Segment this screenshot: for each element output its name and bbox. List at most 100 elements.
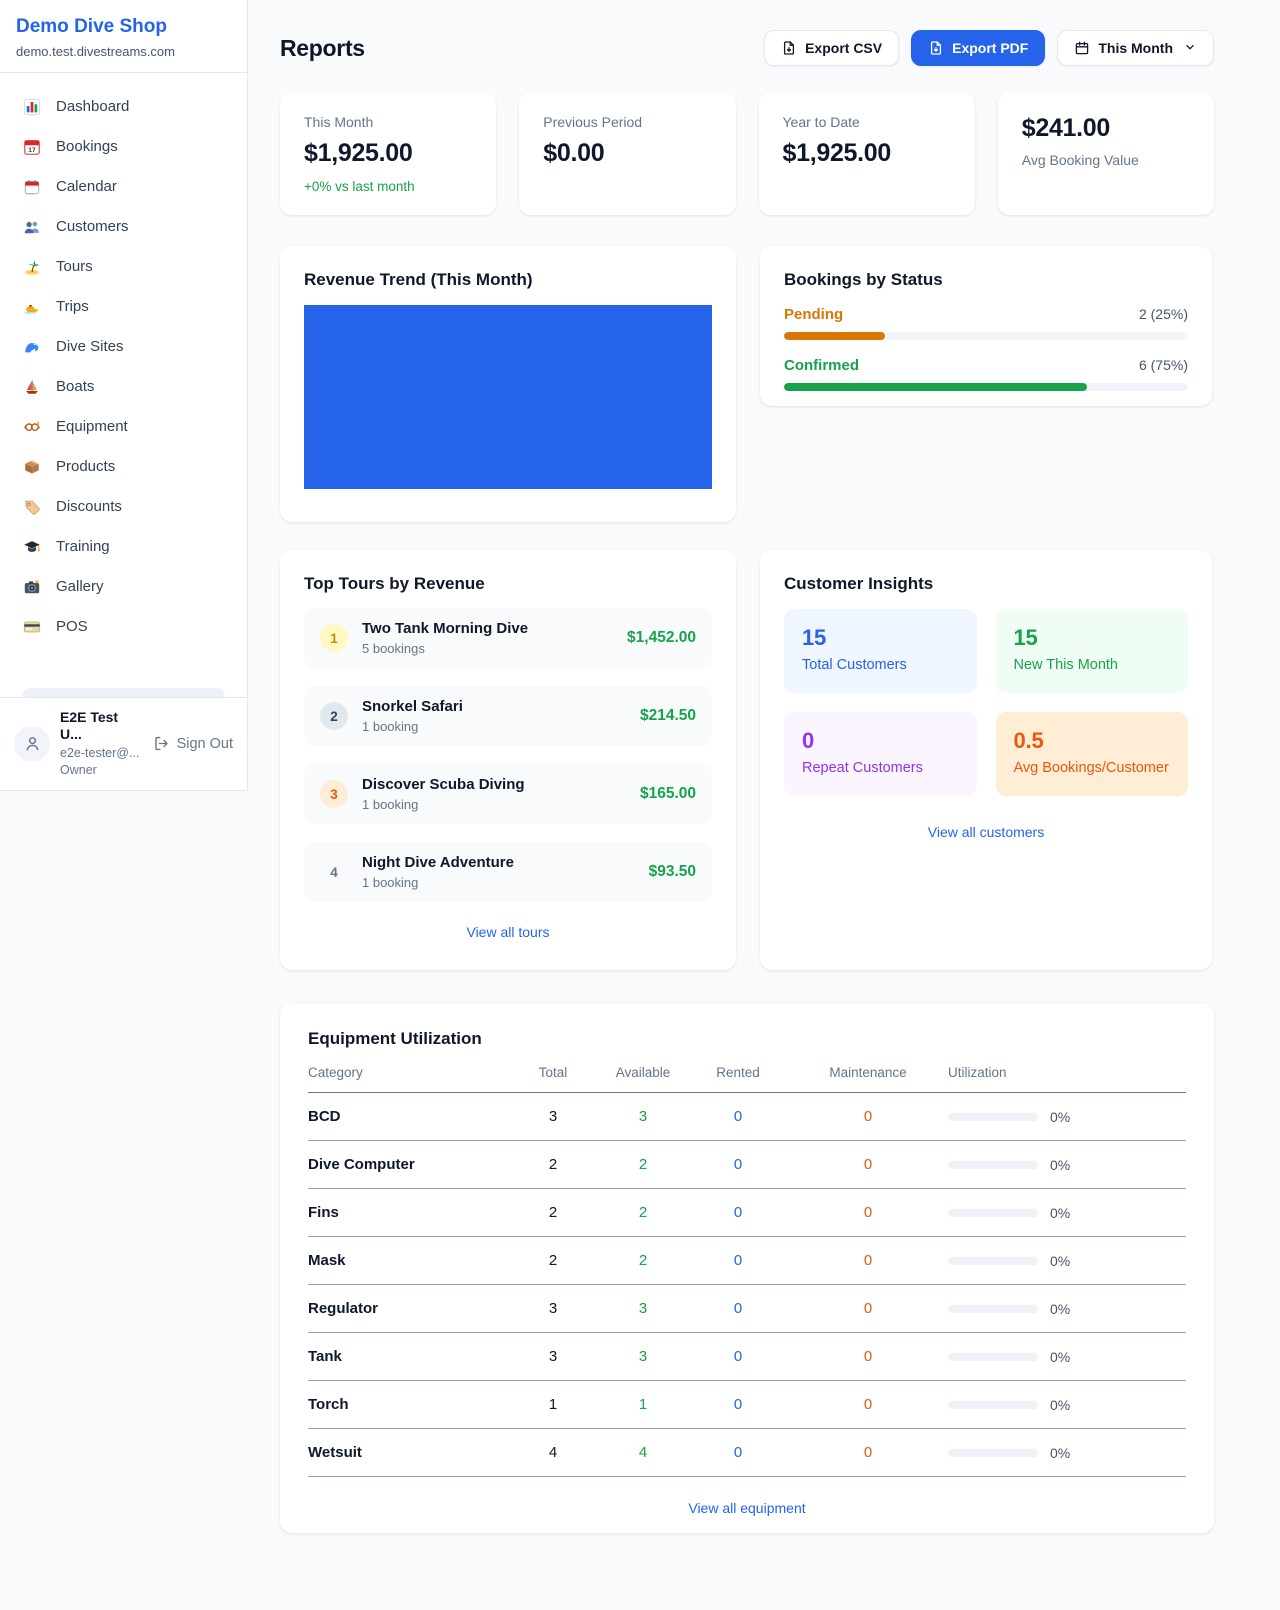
dive-mask-icon [22, 417, 42, 437]
cell-total: 2 [508, 1204, 598, 1221]
sidebar-item-training[interactable]: Training [12, 527, 235, 567]
cell-available: 2 [598, 1204, 688, 1221]
equipment-utilization-title: Equipment Utilization [308, 1029, 1186, 1049]
bookings-calendar-icon: 17 [22, 137, 42, 157]
utilization-bar [948, 1353, 1038, 1361]
utilization-pct: 0% [1050, 1157, 1070, 1173]
view-all-tours-link[interactable]: View all tours [304, 924, 712, 940]
sidebar-item-label: Bookings [56, 138, 118, 155]
page-header: Reports Export CSV Export PDF This Month [280, 30, 1214, 66]
column-header-total: Total [508, 1065, 598, 1080]
insight-value: 0.5 [1014, 728, 1171, 754]
stat-card-previous-period: Previous Period$0.00 [519, 92, 735, 215]
cell-available: 3 [598, 1300, 688, 1317]
tour-row-night-dive-adventure: 4 Night Dive Adventure 1 booking $93.50 [304, 842, 712, 902]
sidebar-item-tours[interactable]: Tours [12, 247, 235, 287]
sidebar-item-label: Products [56, 458, 115, 475]
stat-card-this-month: This Month$1,925.00+0% vs last month [280, 92, 496, 215]
stat-card-year-to-date: Year to Date$1,925.00 [759, 92, 975, 215]
sidebar-item-dive-sites[interactable]: Dive Sites [12, 327, 235, 367]
utilization-pct: 0% [1050, 1349, 1070, 1365]
stat-label: Avg Booking Value [1022, 152, 1190, 168]
utilization-pct: 0% [1050, 1109, 1070, 1125]
sidebar-item-bookings[interactable]: 17 Bookings [12, 127, 235, 167]
sidebar-item-customers[interactable]: Customers [12, 207, 235, 247]
equipment-utilization-card: Equipment Utilization CategoryTotalAvail… [280, 1003, 1214, 1533]
status-label: Confirmed [784, 357, 859, 374]
status-row-confirmed: Confirmed 6 (75%) [784, 357, 1188, 391]
insight-label: New This Month [1014, 657, 1171, 673]
utilization-pct: 0% [1050, 1205, 1070, 1221]
sidebar-item-label: Training [56, 538, 110, 555]
sidebar-item-gallery[interactable]: Gallery [12, 567, 235, 607]
revenue-trend-chart [304, 305, 712, 489]
cell-total: 2 [508, 1252, 598, 1269]
view-all-customers-link[interactable]: View all customers [784, 824, 1188, 840]
active-nav-item-partial[interactable] [22, 688, 225, 697]
utilization-pct: 0% [1050, 1253, 1070, 1269]
package-icon [22, 457, 42, 477]
view-all-equipment-link[interactable]: View all equipment [308, 1500, 1186, 1516]
sidebar-item-label: Tours [56, 258, 93, 275]
status-bar-fill [784, 383, 1087, 391]
sidebar-item-label: Trips [56, 298, 89, 315]
stat-value: $241.00 [1022, 114, 1190, 143]
period-label: This Month [1098, 40, 1173, 56]
customer-insights-title: Customer Insights [784, 574, 1188, 594]
calendar-icon [22, 177, 42, 197]
cell-available: 2 [598, 1252, 688, 1269]
export-csv-button[interactable]: Export CSV [764, 30, 899, 66]
cell-utilization: 0% [948, 1445, 1186, 1461]
tour-bookings: 1 booking [362, 797, 525, 812]
insight-tiles: 15 Total Customers 15 New This Month 0 R… [784, 609, 1188, 796]
cell-category: BCD [308, 1108, 508, 1125]
sidebar-item-products[interactable]: Products [12, 447, 235, 487]
export-pdf-button[interactable]: Export PDF [911, 30, 1045, 66]
cell-utilization: 0% [948, 1205, 1186, 1221]
cell-available: 2 [598, 1156, 688, 1173]
utilization-bar [948, 1161, 1038, 1169]
file-download-icon [781, 40, 797, 56]
cell-utilization: 0% [948, 1397, 1186, 1413]
bookings-by-status-card: Bookings by Status Pending 2 (25%) Confi… [760, 246, 1212, 406]
bookings-by-status-title: Bookings by Status [784, 270, 1188, 290]
file-download-icon [928, 40, 944, 56]
sidebar-item-discounts[interactable]: Discounts [12, 487, 235, 527]
utilization-bar [948, 1113, 1038, 1121]
insight-label: Repeat Customers [802, 760, 959, 776]
sidebar-nav: Dashboard 17 Bookings Calendar Customers… [0, 73, 247, 697]
cell-maintenance: 0 [788, 1252, 948, 1269]
cell-category: Dive Computer [308, 1156, 508, 1173]
chevron-down-icon [1183, 40, 1197, 57]
sidebar-item-trips[interactable]: Trips [12, 287, 235, 327]
customer-insights-card: Customer Insights 15 Total Customers 15 … [760, 550, 1212, 970]
rank-badge: 4 [320, 858, 348, 886]
shop-domain: demo.test.divestreams.com [16, 44, 231, 59]
graduation-cap-icon [22, 537, 42, 557]
sidebar-item-equipment[interactable]: Equipment [12, 407, 235, 447]
period-dropdown[interactable]: This Month [1057, 30, 1214, 66]
cell-maintenance: 0 [788, 1108, 948, 1125]
status-label: Pending [784, 306, 843, 323]
stats-row: This Month$1,925.00+0% vs last month Pre… [280, 92, 1214, 215]
reports-page: Demo Dive Shop demo.test.divestreams.com… [0, 0, 1280, 1610]
table-row-dive-computer: Dive Computer 2 2 0 0 0% [308, 1141, 1186, 1189]
status-count: 2 (25%) [1139, 306, 1188, 322]
revenue-trend-card: Revenue Trend (This Month) [280, 246, 736, 522]
sidebar-item-boats[interactable]: Boats [12, 367, 235, 407]
main-content: Reports Export CSV Export PDF This Month [248, 0, 1280, 1533]
sidebar-item-dashboard[interactable]: Dashboard [12, 87, 235, 127]
credit-card-icon [22, 617, 42, 637]
sign-out-button[interactable]: Sign Out [153, 735, 233, 752]
tag-icon [22, 497, 42, 517]
stat-label: Previous Period [543, 114, 711, 130]
customers-icon [22, 217, 42, 237]
sidebar-item-pos[interactable]: POS [12, 607, 235, 647]
cell-category: Wetsuit [308, 1444, 508, 1461]
cell-maintenance: 0 [788, 1300, 948, 1317]
tour-row-snorkel-safari: 2 Snorkel Safari 1 booking $214.50 [304, 686, 712, 746]
shop-name: Demo Dive Shop [16, 16, 231, 39]
cell-rented: 0 [688, 1348, 788, 1365]
sidebar-item-calendar[interactable]: Calendar [12, 167, 235, 207]
cell-utilization: 0% [948, 1253, 1186, 1269]
